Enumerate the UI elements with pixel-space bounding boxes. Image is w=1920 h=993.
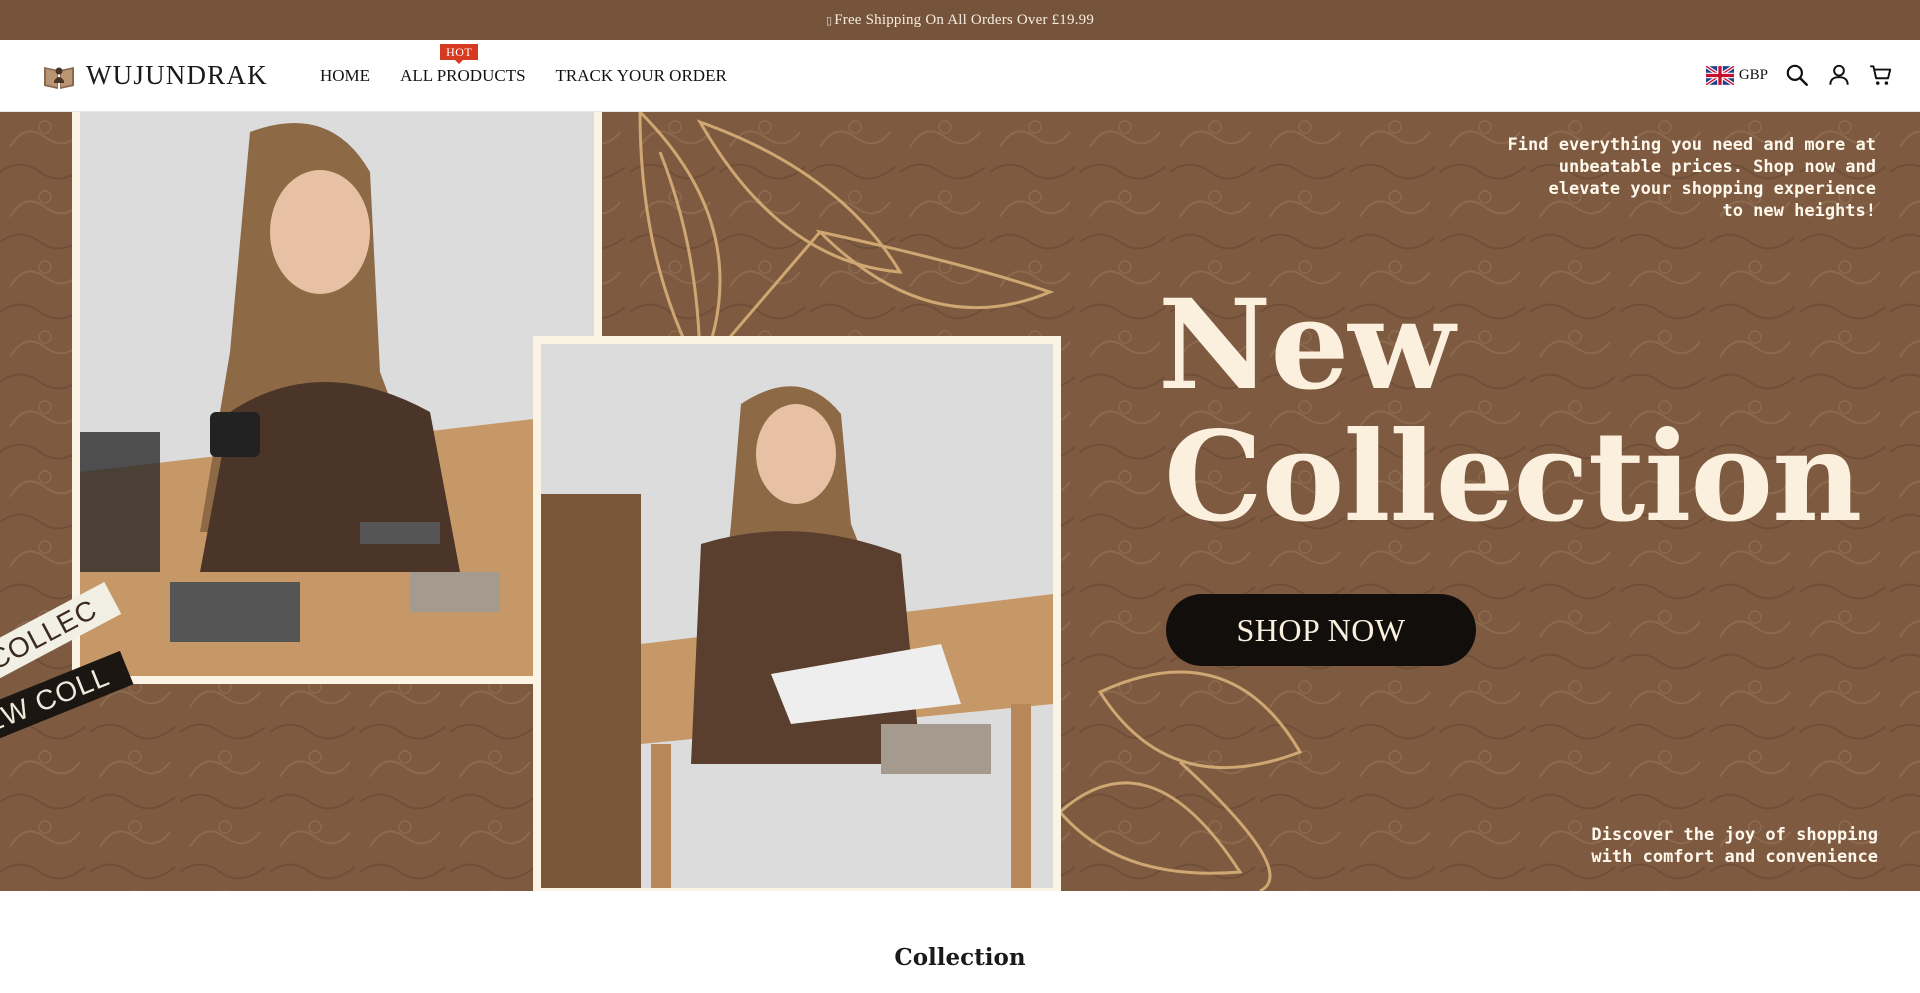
collection-section-title: Collection bbox=[894, 944, 1026, 971]
currency-label: GBP bbox=[1738, 66, 1768, 83]
hero-photo-woman-coffee bbox=[72, 112, 602, 684]
main-nav: HOME HOT ALL PRODUCTS TRACK YOUR ORDER bbox=[320, 44, 727, 86]
nav-all-products-label: ALL PRODUCTS bbox=[400, 66, 526, 85]
nav-track-order[interactable]: TRACK YOUR ORDER bbox=[556, 66, 727, 86]
header-tools: GBP bbox=[1705, 62, 1894, 88]
nav-home[interactable]: HOME bbox=[320, 66, 370, 86]
shop-now-button[interactable]: SHOP NOW bbox=[1166, 594, 1476, 666]
nav-all-products[interactable]: HOT ALL PRODUCTS bbox=[400, 44, 526, 86]
hero-title-line1: New bbox=[1158, 273, 1455, 418]
hero-tagline: Find everything you need and more at unb… bbox=[1507, 135, 1876, 221]
currency-selector[interactable]: GBP bbox=[1705, 65, 1768, 85]
hero-title: New Collection bbox=[1158, 280, 1862, 550]
hero-title-line2: Collection bbox=[1164, 405, 1862, 550]
hero-footer-text: Discover the joy of shopping with comfor… bbox=[1591, 825, 1878, 867]
announcement-text: Free Shipping On All Orders Over £19.99 bbox=[834, 11, 1095, 28]
account-icon[interactable] bbox=[1826, 62, 1852, 88]
site-header: WUJUNDRAK HOME HOT ALL PRODUCTS TRACK YO… bbox=[0, 40, 1920, 112]
site-logo[interactable]: WUJUNDRAK bbox=[42, 60, 268, 91]
announcement-bar: ▯ Free Shipping On All Orders Over £19.9… bbox=[0, 0, 1920, 40]
hot-badge: HOT bbox=[440, 44, 479, 64]
box-glyph-icon: ▯ bbox=[825, 13, 833, 27]
cart-icon[interactable] bbox=[1868, 62, 1894, 88]
logo-text: WUJUNDRAK bbox=[86, 60, 268, 90]
hero-photo-woman-writing bbox=[533, 336, 1061, 891]
hero-banner[interactable]: COLLEC EW COLL Find everything you need … bbox=[0, 112, 1920, 891]
uk-flag-icon bbox=[1705, 65, 1734, 85]
search-icon[interactable] bbox=[1784, 62, 1810, 88]
book-icon bbox=[44, 66, 74, 89]
